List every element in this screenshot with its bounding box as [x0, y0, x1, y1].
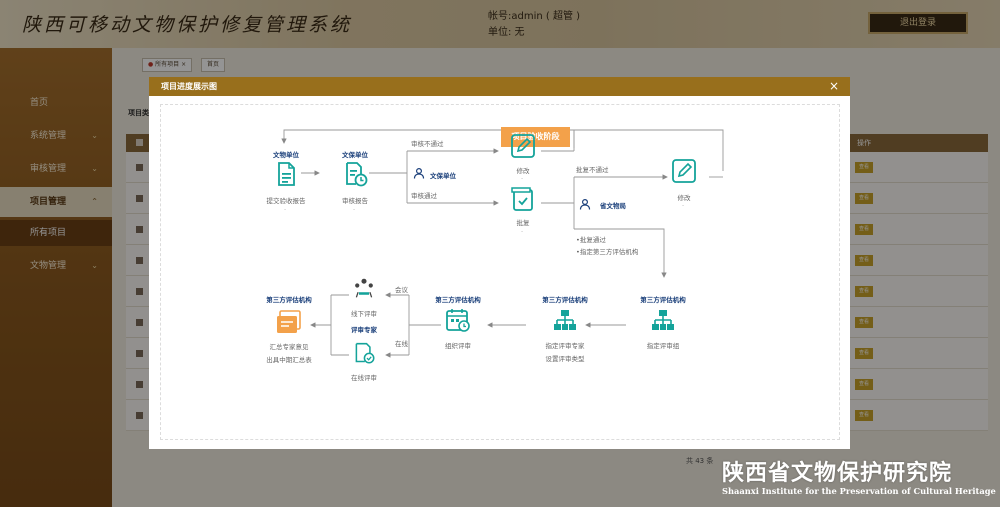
node-status: -	[682, 202, 685, 209]
edit-icon	[671, 158, 697, 184]
actor-label: 第三方评估机构	[640, 296, 686, 304]
node-status: -	[284, 206, 287, 213]
document-icon	[273, 161, 299, 187]
actor-label: 文保单位	[342, 151, 368, 159]
calendar-clock-icon	[445, 307, 471, 333]
node-label: 设置评审类型	[545, 355, 585, 363]
actor-label: 第三方评估机构	[266, 296, 312, 304]
modal-header: 项目进度展示图 ×	[149, 77, 850, 96]
node-label: 线下评审	[351, 310, 377, 318]
edge-label: 审核通过	[411, 192, 437, 200]
flow-connectors	[281, 129, 724, 358]
summary-folder-icon	[276, 309, 302, 335]
node-label: 组织评审	[445, 342, 471, 350]
node-label: 批复	[516, 219, 530, 227]
user-icon	[413, 167, 425, 179]
node-label: 汇总专家意见	[269, 343, 309, 351]
watermark-subtitle: Shaanxi Institute for the Preservation o…	[722, 486, 996, 496]
actor-label: 第三方评估机构	[542, 296, 588, 304]
online-review-icon	[353, 342, 375, 364]
flow-canvas: 项目验收阶段 文物单位 提交验收报告 - 文保单位 审核报告 - 审核不通过 审…	[160, 104, 840, 440]
watermark-title: 陕西省文物保护研究院	[722, 460, 953, 486]
actor-label: 评审专家	[351, 326, 377, 334]
org-chart-icon	[552, 307, 578, 333]
node-label: 在线评审	[351, 374, 377, 382]
node-label: 提交验收报告	[266, 197, 306, 205]
meeting-icon	[353, 277, 375, 299]
actor-label: 文物单位	[273, 151, 299, 159]
node-label: 指定评审专家	[545, 342, 585, 350]
actor-label: 省文物局	[600, 202, 626, 210]
actor-label: 第三方评估机构	[435, 296, 481, 304]
edge-label: •批复通过	[576, 236, 606, 244]
node-label: 修改	[516, 167, 530, 175]
user-icon	[579, 198, 591, 210]
node-label: 指定评审组	[646, 342, 680, 350]
node-status: -	[521, 228, 524, 235]
actor-label: 文保单位	[430, 172, 456, 180]
close-icon[interactable]: ×	[829, 77, 839, 96]
progress-modal: 项目进度展示图 × 项目验收阶段 文物单位 提交验收报告 - 文保单位 审核报告…	[149, 77, 850, 449]
document-clock-icon	[342, 161, 368, 187]
edge-label: 会议	[395, 286, 408, 294]
node-label: 审核报告	[342, 197, 368, 205]
node-label: 出具中期汇总表	[266, 356, 312, 364]
org-chart-icon	[650, 307, 676, 333]
node-status: -	[521, 175, 524, 182]
edge-label: 批复不通过	[576, 166, 609, 174]
node-status: -	[353, 206, 356, 213]
edit-icon	[510, 133, 536, 159]
edge-label: 审核不通过	[411, 140, 444, 148]
node-label: 修改	[677, 194, 691, 202]
edge-label: •指定第三方评估机构	[576, 248, 639, 256]
modal-title: 项目进度展示图	[161, 82, 217, 91]
edge-label: 在线	[395, 340, 408, 348]
approve-doc-icon	[510, 186, 536, 212]
